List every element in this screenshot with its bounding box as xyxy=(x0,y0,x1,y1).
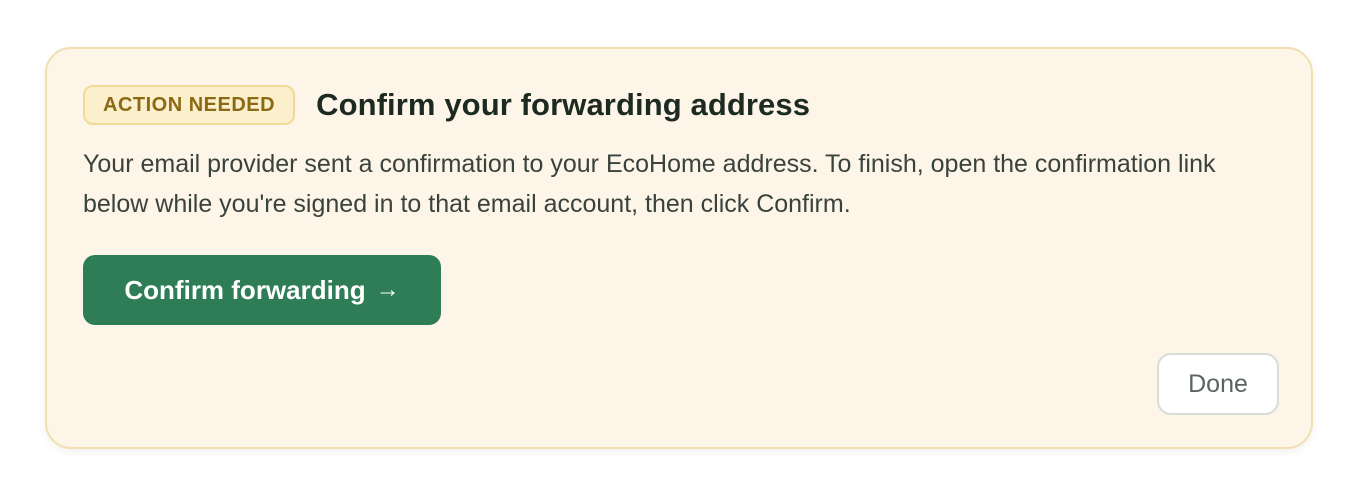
card-description: Your email provider sent a confirmation … xyxy=(83,150,1216,218)
card-title: Confirm your forwarding address xyxy=(316,87,811,122)
confirm-forwarding-label: Confirm forwarding xyxy=(124,274,366,305)
action-needed-card: ACTION NEEDED Confirm your forwarding ad… xyxy=(45,47,1313,449)
confirm-forwarding-button[interactable]: Confirm forwarding → xyxy=(83,255,441,325)
done-label: Done xyxy=(1188,369,1248,398)
status-badge: ACTION NEEDED xyxy=(83,85,296,125)
card-header: ACTION NEEDED Confirm your forwarding ad… xyxy=(83,85,810,125)
arrow-right-icon: → xyxy=(375,276,400,303)
done-button[interactable]: Done xyxy=(1157,353,1279,415)
